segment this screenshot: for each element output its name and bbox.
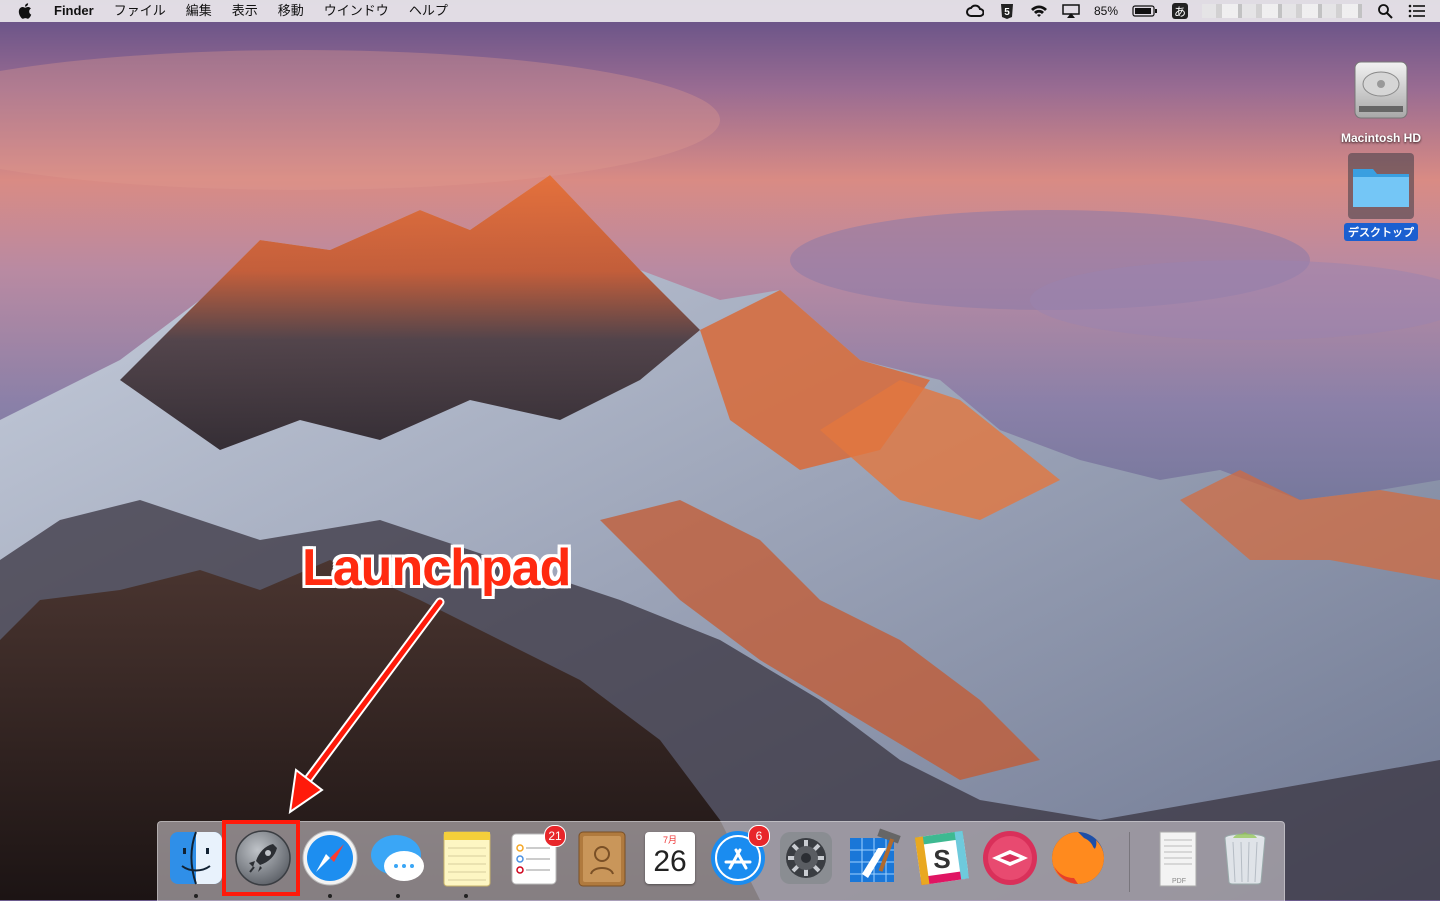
- airplay-icon[interactable]: [1062, 3, 1080, 19]
- menu-bar: Finder ファイル 編集 表示 移動 ウインドウ ヘルプ 5 85% あ: [0, 0, 1440, 22]
- messages-bubble-icon: [371, 835, 424, 881]
- menu-app-name[interactable]: Finder: [46, 0, 104, 22]
- dock: 21 7月 26 6 S PDF: [157, 821, 1285, 901]
- running-indicator: [194, 894, 198, 898]
- dock-app-store[interactable]: 6: [708, 825, 770, 890]
- battery-icon[interactable]: [1132, 3, 1158, 19]
- menu-view[interactable]: 表示: [222, 0, 268, 22]
- app-store-badge: 6: [748, 825, 770, 847]
- hard-drive-icon: [1351, 58, 1411, 122]
- running-indicator: [464, 894, 468, 898]
- running-indicator: [328, 894, 332, 898]
- dock-contacts[interactable]: [571, 828, 631, 890]
- reminders-badge: 21: [544, 825, 566, 847]
- dock-slack[interactable]: S: [912, 828, 972, 890]
- calendar-icon: 7月 26: [645, 832, 695, 884]
- desktop-icon-macintosh-hd[interactable]: Macintosh HD: [1331, 58, 1431, 146]
- menu-help[interactable]: ヘルプ: [399, 0, 458, 22]
- menu-file[interactable]: ファイル: [104, 0, 176, 22]
- dock-trash[interactable]: [1215, 828, 1275, 890]
- menu-go[interactable]: 移動: [268, 0, 314, 22]
- desktop-icon-desktop-folder[interactable]: デスクトップ: [1331, 153, 1431, 241]
- gear-icon: [780, 832, 832, 884]
- user-name-redacted[interactable]: [1202, 4, 1362, 18]
- battery-percent: 85%: [1093, 4, 1118, 18]
- dock-calendar[interactable]: 7月 26: [640, 828, 700, 890]
- contacts-book-icon: [578, 831, 626, 887]
- svg-text:5: 5: [1004, 7, 1010, 18]
- slack-icon: S: [914, 830, 970, 886]
- svg-text:S: S: [933, 844, 950, 874]
- desktop-wallpaper: [0, 0, 1440, 900]
- creative-cloud-icon[interactable]: [965, 3, 984, 19]
- annotation-launchpad-label: Launchpad: [302, 539, 571, 597]
- firefox-icon: [1052, 832, 1104, 884]
- dock-document-stack[interactable]: PDF: [1146, 828, 1206, 890]
- dock-reminders[interactable]: 21: [504, 825, 566, 890]
- folder-icon: [1348, 153, 1414, 219]
- safari-compass-icon: [302, 830, 358, 886]
- dock-messages[interactable]: [368, 828, 428, 898]
- dock-notes[interactable]: [436, 828, 496, 898]
- dock-safari[interactable]: [300, 828, 360, 898]
- desktop-icon-label: デスクトップ: [1344, 223, 1418, 241]
- notification-center-icon[interactable]: [1408, 3, 1426, 19]
- running-indicator: [396, 894, 400, 898]
- menu-window[interactable]: ウインドウ: [314, 0, 399, 22]
- skitch-icon: [983, 831, 1037, 885]
- dock-skitch[interactable]: [980, 828, 1040, 890]
- trash-icon: [1224, 832, 1266, 885]
- document-file-label: PDF: [1172, 878, 1186, 885]
- dock-separator: [1129, 832, 1130, 892]
- dock-firefox[interactable]: [1048, 828, 1108, 890]
- input-method-icon[interactable]: あ: [1172, 3, 1188, 19]
- dock-system-preferences[interactable]: [776, 828, 836, 890]
- calendar-day: 26: [653, 845, 687, 878]
- s-app-icon[interactable]: 5: [998, 3, 1016, 19]
- finder-icon: [170, 831, 222, 885]
- input-method-label: あ: [1173, 4, 1186, 19]
- wifi-icon[interactable]: [1030, 3, 1048, 19]
- menu-edit[interactable]: 編集: [176, 0, 222, 22]
- spotlight-icon[interactable]: [1376, 3, 1394, 19]
- dock-finder[interactable]: [166, 828, 226, 898]
- notes-pad-icon: [443, 831, 491, 887]
- dock-xcode[interactable]: [844, 828, 904, 890]
- xcode-hammer-icon: [850, 828, 901, 882]
- apple-menu-icon[interactable]: [18, 3, 34, 19]
- annotation-launchpad-highlight-box: [222, 820, 300, 896]
- desktop-icon-label: Macintosh HD: [1340, 131, 1421, 145]
